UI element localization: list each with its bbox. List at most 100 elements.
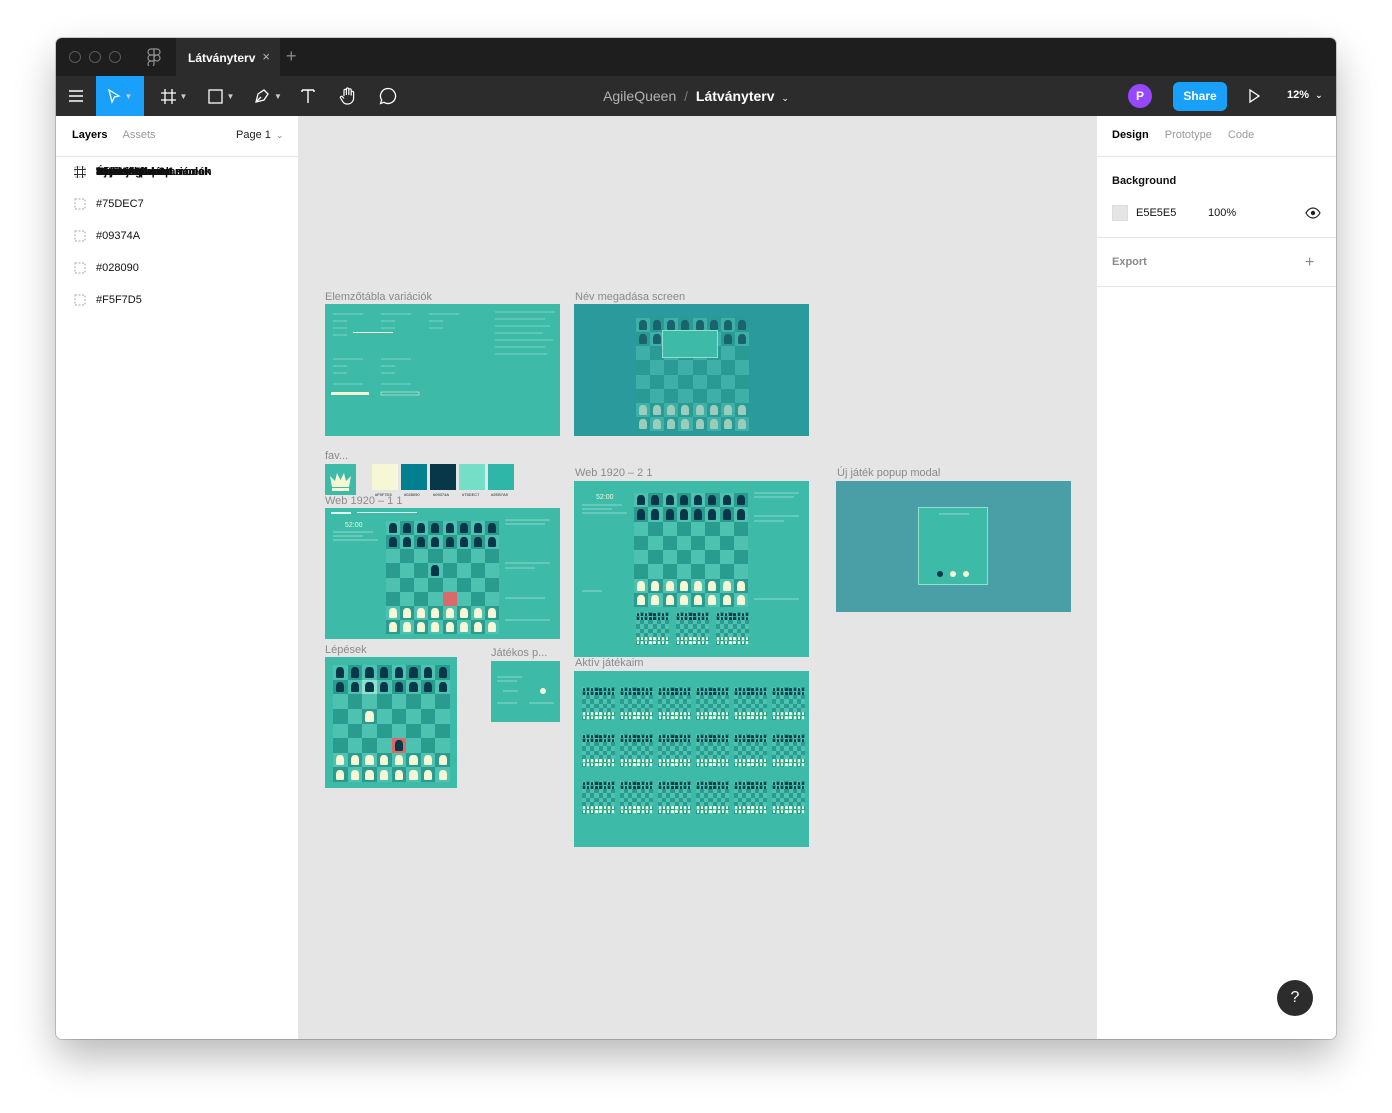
chess-piece: [747, 687, 750, 691]
shape-tool-button[interactable]: ▼: [201, 76, 241, 116]
mini-chessboard[interactable]: [696, 734, 729, 767]
hand-tool-button[interactable]: [332, 76, 364, 116]
file-name[interactable]: Látványterv: [696, 88, 775, 104]
figma-logo-icon[interactable]: [147, 48, 161, 66]
layer-item[interactable]: #F5F7D5: [56, 284, 299, 316]
frame-label-web-1[interactable]: Web 1920 – 1 1: [325, 495, 402, 507]
move-tool-button[interactable]: ▼: [96, 76, 144, 116]
frame-label-lepesek[interactable]: Lépések: [325, 644, 367, 656]
frame-label-aktiv-jatekaim[interactable]: Aktív játékaim: [575, 657, 643, 669]
board-square: [442, 577, 457, 592]
mini-chessboard[interactable]: [772, 734, 805, 767]
frame-uj-jatek-popup-modal[interactable]: [836, 481, 1071, 612]
mini-chessboard[interactable]: [658, 734, 691, 767]
tab-prototype[interactable]: Prototype: [1165, 129, 1212, 141]
layer-item[interactable]: #75DEC7: [56, 188, 299, 220]
maximize-window-button[interactable]: [109, 51, 121, 63]
mini-chessboard[interactable]: [582, 734, 615, 767]
chess-piece: [658, 781, 662, 785]
mini-chessboard[interactable]: [696, 687, 729, 720]
page-selector[interactable]: Page 1 ⌄: [236, 129, 283, 141]
minimize-window-button[interactable]: [89, 51, 101, 63]
chess-piece: [459, 621, 468, 633]
frame-web-1920-1[interactable]: 52:00: [325, 508, 560, 639]
layer-item[interactable]: #028090: [56, 252, 299, 284]
mini-chessboard[interactable]: [772, 687, 805, 720]
chess-piece: [438, 681, 447, 693]
pen-tool-button[interactable]: ▼: [248, 76, 288, 116]
frame-elemzotabla-variaciok[interactable]: [325, 304, 560, 436]
tab-design[interactable]: Design: [1112, 129, 1149, 141]
mini-chessboard[interactable]: [716, 612, 749, 645]
mini-chessboard[interactable]: [676, 612, 709, 645]
frame-nev-megadasa-screen[interactable]: [574, 304, 809, 436]
frame-tool-button[interactable]: ▼: [154, 76, 194, 116]
design-canvas[interactable]: Elemzőtábla variációk Név megadása scree…: [299, 116, 1096, 1039]
frame-favicon[interactable]: [325, 464, 356, 495]
board-square: [733, 592, 748, 607]
chess-piece: [667, 806, 670, 810]
background-color-swatch[interactable]: [1112, 205, 1128, 221]
tab-latvanyterv[interactable]: Látványterv ×: [176, 38, 280, 76]
chess-piece: [633, 716, 636, 720]
mini-chessboard[interactable]: [772, 781, 805, 814]
new-tab-icon[interactable]: +: [286, 46, 297, 67]
frame-lepesek[interactable]: [325, 657, 457, 788]
tab-code[interactable]: Code: [1228, 129, 1254, 141]
mini-chessboard[interactable]: [658, 781, 691, 814]
chess-piece: [777, 806, 780, 810]
frame-label-nev-megadasa[interactable]: Név megadása screen: [575, 291, 685, 303]
project-name[interactable]: AgileQueen: [603, 88, 676, 104]
chessboard: [333, 665, 450, 782]
help-button[interactable]: ?: [1277, 980, 1313, 1016]
board-square: [691, 507, 706, 522]
mini-chessboard[interactable]: [620, 734, 653, 767]
user-avatar[interactable]: P: [1128, 84, 1152, 108]
text-tool-button[interactable]: [294, 76, 322, 116]
zoom-level-dropdown[interactable]: 12% ⌄: [1287, 89, 1323, 101]
tab-close-icon[interactable]: ×: [262, 49, 270, 64]
layer-item[interactable]: favicon: [56, 156, 135, 188]
tab-layers[interactable]: Layers: [72, 129, 107, 141]
color-swatch[interactable]: [401, 464, 427, 490]
frame-aktiv-jatekaim[interactable]: [574, 671, 809, 847]
mini-chessboard[interactable]: [620, 781, 653, 814]
share-button[interactable]: Share: [1173, 82, 1227, 111]
background-opacity-field[interactable]: 100%: [1208, 207, 1236, 219]
color-swatch[interactable]: [459, 464, 485, 490]
mini-chessboard[interactable]: [620, 687, 653, 720]
board-square: [406, 679, 421, 695]
mini-chessboard[interactable]: [636, 612, 669, 645]
frame-label-favicon[interactable]: fav...: [325, 450, 348, 462]
present-play-icon[interactable]: [1246, 88, 1262, 104]
mini-chessboard[interactable]: [696, 781, 729, 814]
layer-item[interactable]: #09374A: [56, 220, 299, 252]
background-hex-field[interactable]: E5E5E5: [1136, 207, 1176, 219]
mini-chessboard[interactable]: [582, 687, 615, 720]
comment-tool-button[interactable]: [372, 76, 404, 116]
chess-piece: [709, 716, 712, 720]
color-swatch[interactable]: [488, 464, 514, 490]
frame-web-1920-2[interactable]: 52:00: [574, 481, 809, 657]
frame-label-jatekos-panel[interactable]: Játékos p...: [491, 647, 547, 659]
add-export-plus-icon[interactable]: +: [1305, 254, 1314, 272]
frame-jatekos-panel[interactable]: [491, 661, 560, 722]
chess-piece: [733, 637, 736, 641]
frame-label-web-2[interactable]: Web 1920 – 2 1: [575, 467, 652, 479]
color-swatch[interactable]: [372, 464, 398, 490]
mini-chessboard[interactable]: [734, 781, 767, 814]
color-swatch[interactable]: [430, 464, 456, 490]
main-menu-button[interactable]: [56, 76, 96, 116]
mini-chessboard[interactable]: [658, 687, 691, 720]
chess-piece: [801, 712, 805, 716]
frame-label-uj-jatek[interactable]: Új játék popup modal: [837, 467, 940, 479]
tab-assets[interactable]: Assets: [123, 129, 156, 141]
mini-chessboard[interactable]: [582, 781, 615, 814]
chevron-down-icon[interactable]: ⌄: [781, 93, 789, 103]
eye-visibility-icon[interactable]: [1305, 207, 1321, 219]
chess-piece: [603, 712, 606, 716]
mini-chessboard[interactable]: [734, 734, 767, 767]
frame-label-elemzotabla[interactable]: Elemzőtábla variációk: [325, 291, 432, 303]
close-window-button[interactable]: [69, 51, 81, 63]
mini-chessboard[interactable]: [734, 687, 767, 720]
